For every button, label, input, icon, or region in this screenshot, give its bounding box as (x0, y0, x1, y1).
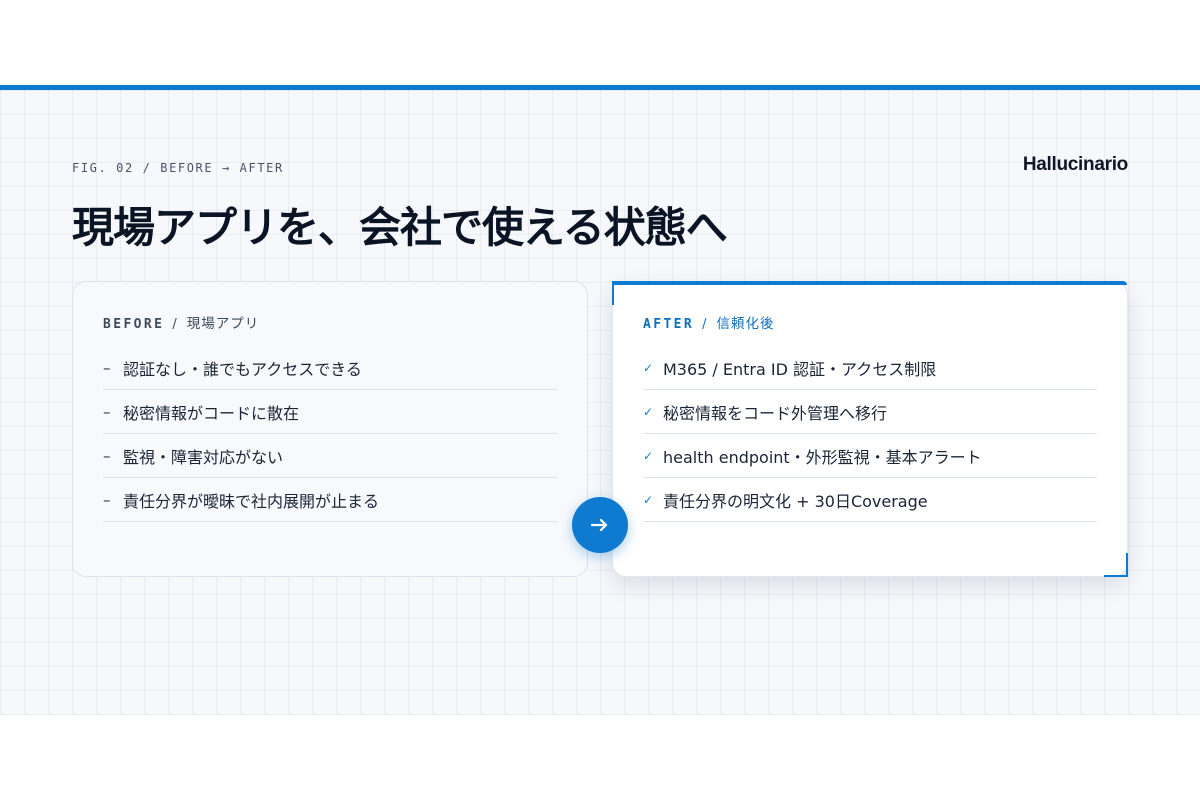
before-panel-heading: BEFORE / 現場アプリ (103, 312, 557, 332)
after-item-text: 秘密情報をコード外管理へ移行 (663, 403, 888, 423)
figure-label: FIG. 02 / BEFORE → AFTER (72, 161, 284, 175)
after-list-item: ✓ 秘密情報をコード外管理へ移行 (643, 390, 1097, 434)
after-accent-corner-bottom-right (1104, 553, 1128, 577)
before-subtitle: 現場アプリ (186, 316, 260, 332)
after-separator: / (702, 317, 709, 332)
before-item-text: 認証なし・誰でもアクセスできる (123, 359, 362, 379)
before-item-text: 責任分界が曖昧で社内展開が止まる (123, 491, 380, 511)
after-item-text: 責任分界の明文化 + 30日Coverage (663, 491, 928, 511)
dash-icon: – (103, 402, 111, 421)
dash-icon: – (103, 358, 111, 377)
after-accent-bar (613, 281, 1127, 285)
dash-icon: – (103, 446, 111, 465)
after-panel: AFTER / 信頼化後 ✓ M365 / Entra ID 認証・アクセス制限 ✓ 秘… (612, 281, 1128, 577)
after-item-text: health endpoint・外形監視・基本アラート (663, 447, 982, 467)
arrow-right-icon (572, 497, 628, 553)
after-list-item: ✓ 責任分界の明文化 + 30日Coverage (643, 478, 1097, 522)
before-list-item: – 秘密情報がコードに散在 (103, 390, 557, 434)
after-subtitle: 信頼化後 (716, 316, 775, 332)
brand-logo: Hallucinario (1022, 154, 1128, 175)
before-item-text: 監視・障害対応がない (123, 447, 284, 467)
slide-canvas: FIG. 02 / BEFORE → AFTER Hallucinario 現場… (0, 85, 1200, 715)
dash-icon: – (103, 490, 111, 509)
before-list-item: – 監視・障害対応がない (103, 434, 557, 478)
before-list-item: – 責任分界が曖昧で社内展開が止まる (103, 478, 557, 522)
before-list: – 認証なし・誰でもアクセスできる – 秘密情報がコードに散在 – 監視・障害対応がな… (103, 346, 557, 522)
check-icon: ✓ (643, 360, 654, 375)
after-list: ✓ M365 / Entra ID 認証・アクセス制限 ✓ 秘密情報をコード外管理へ… (643, 346, 1097, 522)
after-list-item: ✓ health endpoint・外形監視・基本アラート (643, 434, 1097, 478)
check-icon: ✓ (643, 448, 654, 463)
before-item-text: 秘密情報がコードに散在 (123, 403, 300, 423)
check-icon: ✓ (643, 492, 654, 507)
after-panel-heading: AFTER / 信頼化後 (643, 312, 1097, 332)
after-keyword: AFTER (643, 317, 695, 332)
before-list-item: – 認証なし・誰でもアクセスできる (103, 346, 557, 390)
check-icon: ✓ (643, 404, 654, 419)
page-title: 現場アプリを、会社で使える状態へ (72, 203, 728, 252)
before-keyword: BEFORE (103, 317, 165, 332)
after-list-item: ✓ M365 / Entra ID 認証・アクセス制限 (643, 346, 1097, 390)
before-separator: / (172, 317, 179, 332)
arrow-right-glyph (591, 518, 608, 532)
before-panel: BEFORE / 現場アプリ – 認証なし・誰でもアクセスできる – 秘密情報がコードに… (72, 281, 588, 577)
after-item-text: M365 / Entra ID 認証・アクセス制限 (663, 359, 937, 379)
after-accent-corner-left (612, 281, 614, 305)
